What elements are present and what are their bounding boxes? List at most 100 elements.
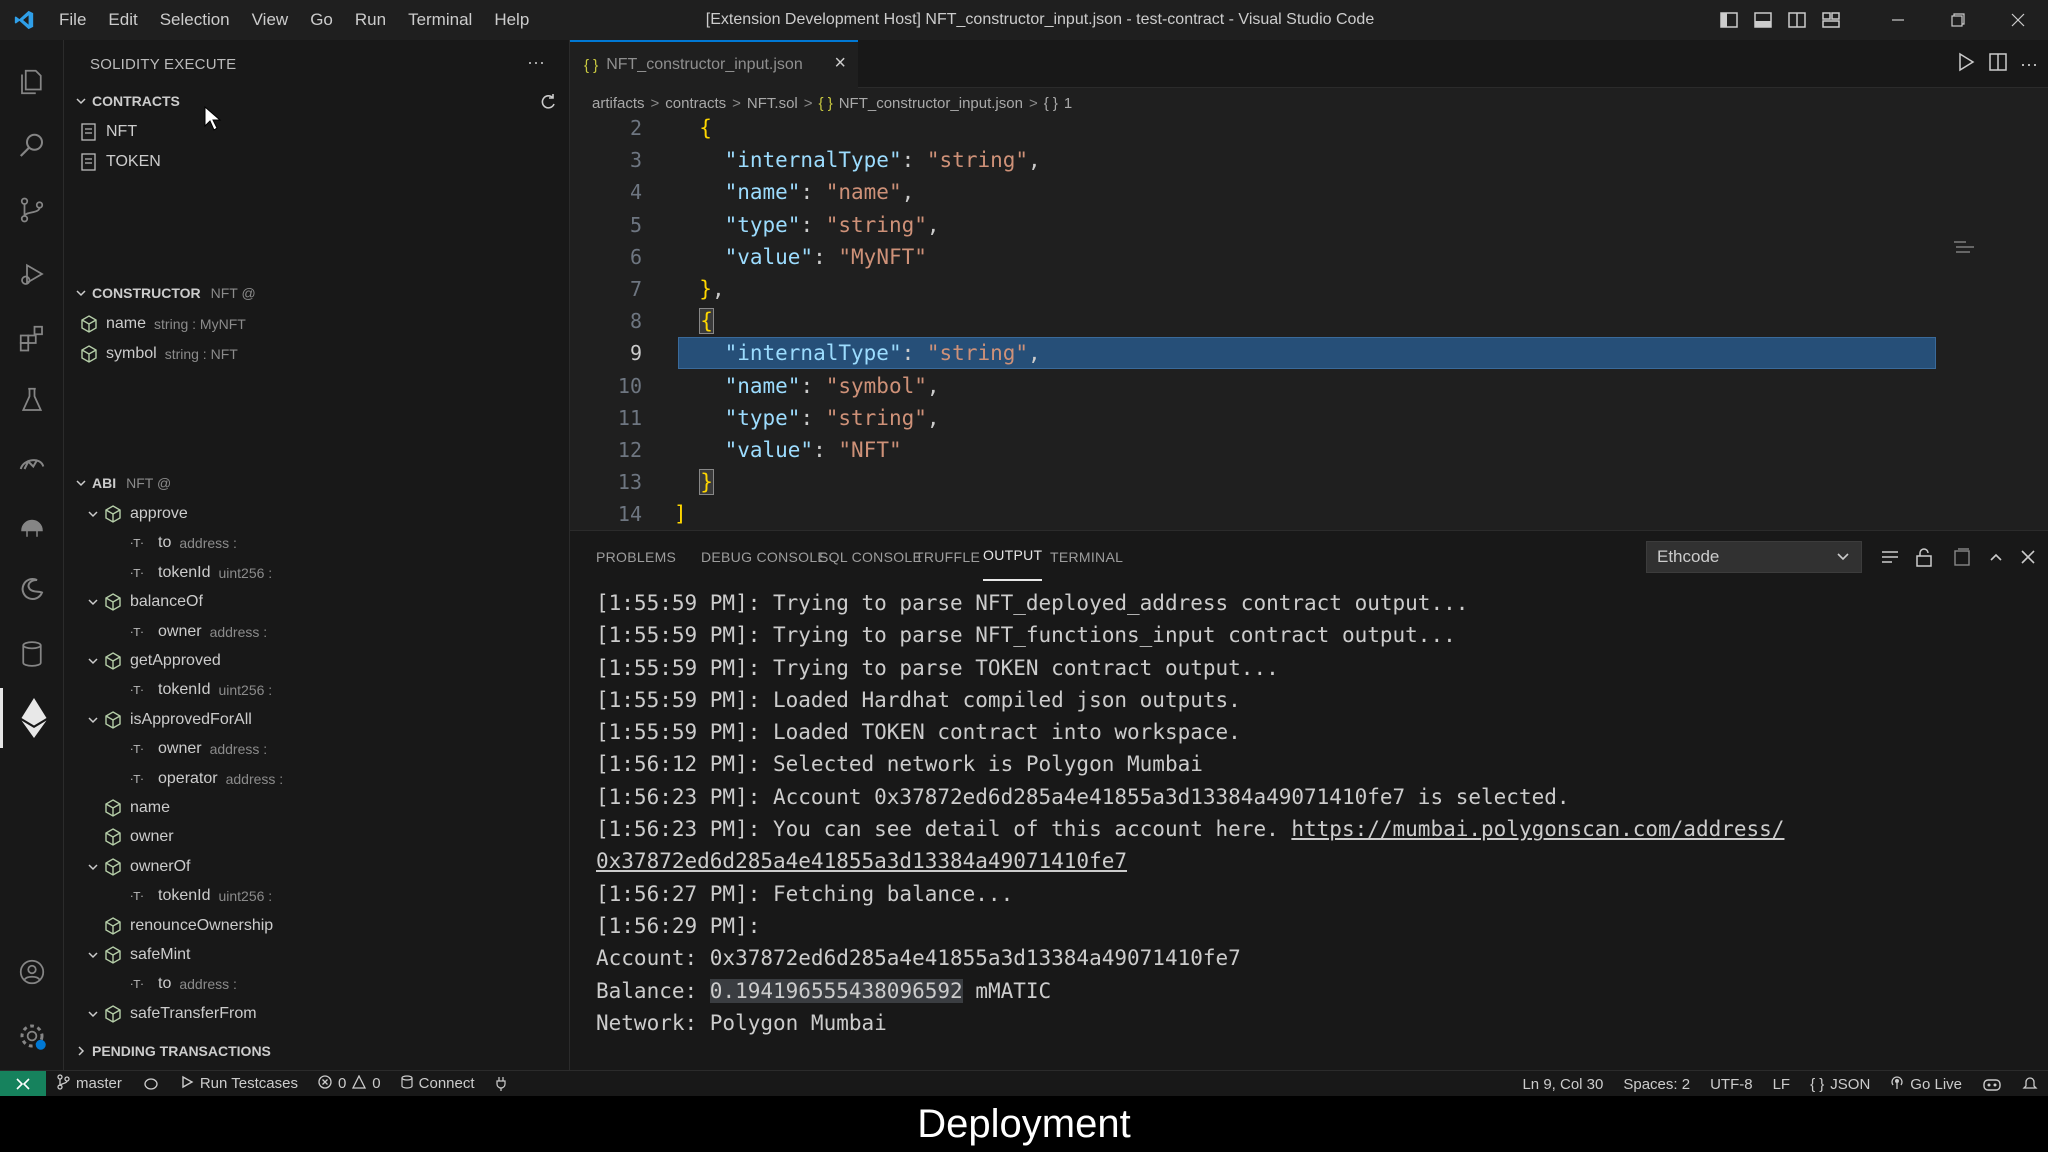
close-window-icon[interactable] <box>1988 0 2048 40</box>
go-live-button[interactable]: Go Live <box>1880 1075 1972 1093</box>
maximize-panel-icon[interactable] <box>1982 543 2010 571</box>
toggle-panel-icon[interactable] <box>1746 0 1780 40</box>
sync-icon[interactable] <box>132 1077 170 1091</box>
restore-icon[interactable] <box>1928 0 1988 40</box>
menu-file[interactable]: File <box>48 0 97 40</box>
run-testcases-button[interactable]: Run Testcases <box>170 1075 308 1093</box>
output-link[interactable]: https://mumbai.polygonscan.com/address/ <box>1291 817 1784 841</box>
tab-truffle[interactable]: TRUFFLE <box>915 531 980 583</box>
language-mode[interactable]: { } JSON <box>1800 1076 1880 1093</box>
breadcrumb-item[interactable]: NFT_constructor_input.json <box>839 95 1023 112</box>
split-editor-icon[interactable] <box>1988 52 2008 77</box>
abi-function-ownerOf[interactable]: ownerOf <box>82 853 190 881</box>
tab-terminal[interactable]: TERMINAL <box>1050 531 1123 583</box>
extensions-icon[interactable] <box>0 308 64 368</box>
database-icon[interactable] <box>0 624 64 684</box>
ethereum-icon[interactable] <box>0 688 64 748</box>
search-icon[interactable] <box>0 116 64 176</box>
abi-param-operator[interactable]: ·T· operator address : <box>116 765 283 793</box>
manage-gear-icon[interactable] <box>0 1006 64 1066</box>
menu-terminal[interactable]: Terminal <box>397 0 483 40</box>
abi-param-tokenId[interactable]: ·T· tokenId uint256 : <box>116 559 272 587</box>
close-tab-icon[interactable]: × <box>834 52 846 75</box>
abi-param-to[interactable]: ·T· to address : <box>116 529 237 557</box>
breadcrumb-item[interactable]: NFT.sol <box>747 95 798 112</box>
remote-indicator-icon[interactable] <box>0 1070 46 1097</box>
abi-function-name[interactable]: name <box>82 794 170 822</box>
toggle-secondary-sidebar-icon[interactable] <box>1780 0 1814 40</box>
abi-function-approve[interactable]: approve <box>82 500 188 528</box>
menu-go[interactable]: Go <box>299 0 344 40</box>
menu-help[interactable]: Help <box>483 0 540 40</box>
abi-function-safeMint[interactable]: safeMint <box>82 941 190 969</box>
abi-section-header[interactable]: ABI NFT @ <box>70 470 171 496</box>
more-actions-icon[interactable]: ··· <box>527 52 545 73</box>
tab-sql-console[interactable]: SQL CONSOLE <box>819 531 922 583</box>
lock-scroll-icon[interactable] <box>1910 543 1938 571</box>
tab-debug-console[interactable]: DEBUG CONSOLE <box>701 531 827 583</box>
abi-function-owner[interactable]: owner <box>82 823 174 851</box>
constructor-section-header[interactable]: CONSTRUCTOR NFT @ <box>70 280 256 306</box>
cursor-position[interactable]: Ln 9, Col 30 <box>1512 1076 1613 1093</box>
abi-param-to[interactable]: ·T· to address : <box>116 970 237 998</box>
remote-explorer-icon[interactable] <box>0 434 64 494</box>
more-editor-actions-icon[interactable]: ··· <box>2020 54 2038 75</box>
toggle-primary-sidebar-icon[interactable] <box>1712 0 1746 40</box>
abi-param-owner[interactable]: ·T· owner address : <box>116 735 267 763</box>
abi-label: tokenId <box>158 887 211 905</box>
abi-param-owner[interactable]: ·T· owner address : <box>116 618 267 646</box>
end-of-line[interactable]: LF <box>1763 1076 1801 1093</box>
copilot-icon[interactable] <box>1972 1076 2012 1092</box>
abi-function-isApprovedForAll[interactable]: isApprovedForAll <box>82 706 252 734</box>
breadcrumb-item[interactable]: artifacts <box>592 95 645 112</box>
plug-icon[interactable] <box>485 1076 517 1092</box>
abi-function-renounceOwnership[interactable]: renounceOwnership <box>82 912 273 940</box>
pending-transactions-section-header[interactable]: PENDING TRANSACTIONS <box>70 1038 271 1064</box>
contract-item-token[interactable]: TOKEN <box>80 148 161 176</box>
connect-button[interactable]: Connect <box>391 1074 485 1093</box>
abi-function-getApproved[interactable]: getApproved <box>82 647 221 675</box>
menu-view[interactable]: View <box>241 0 300 40</box>
abi-function-balanceOf[interactable]: balanceOf <box>82 588 203 616</box>
edge-devtools-icon[interactable] <box>0 560 64 620</box>
run-debug-icon[interactable] <box>0 244 64 304</box>
breadcrumb-item[interactable]: 1 <box>1064 95 1072 112</box>
output-channel-select[interactable]: Ethcode <box>1646 541 1862 573</box>
constructor-param-name[interactable]: name string : MyNFT <box>80 310 246 338</box>
tab-nft-constructor-input[interactable]: { } NFT_constructor_input.json × <box>570 40 858 88</box>
output-link[interactable]: 0x37872ed6d285a4e41855a3d13384a49071410f… <box>596 849 1127 873</box>
clear-output-icon[interactable] <box>1876 543 1904 571</box>
close-panel-icon[interactable] <box>2014 543 2042 571</box>
testing-icon[interactable] <box>0 370 64 430</box>
cloud-icon[interactable] <box>0 498 64 558</box>
contract-item-nft[interactable]: NFT <box>80 118 137 146</box>
abi-param-tokenId[interactable]: ·T· tokenId uint256 : <box>116 882 272 910</box>
minimize-icon[interactable] <box>1868 0 1928 40</box>
menu-selection[interactable]: Selection <box>149 0 241 40</box>
contracts-section-header[interactable]: CONTRACTS <box>70 88 180 114</box>
refresh-icon[interactable] <box>538 92 558 117</box>
accounts-icon[interactable] <box>0 942 64 1002</box>
notifications-icon[interactable] <box>2012 1076 2048 1092</box>
source-control-icon[interactable] <box>0 180 64 240</box>
open-output-in-editor-icon[interactable] <box>1948 543 1976 571</box>
run-icon[interactable] <box>1956 52 1976 77</box>
code-editor[interactable]: 2 {3 "internalType": "string", 4 "name": … <box>570 118 2048 530</box>
indentation[interactable]: Spaces: 2 <box>1613 1076 1700 1093</box>
output-log[interactable]: [1:55:59 PM]: Trying to parse NFT_deploy… <box>596 587 2036 1039</box>
branch-indicator[interactable]: master <box>46 1073 132 1094</box>
tab-output[interactable]: OUTPUT <box>983 531 1043 581</box>
abi-label: renounceOwnership <box>130 916 274 934</box>
encoding[interactable]: UTF-8 <box>1700 1076 1763 1093</box>
explorer-icon[interactable] <box>0 52 64 112</box>
abi-function-safeTransferFrom[interactable]: safeTransferFrom <box>82 1000 257 1028</box>
customize-layout-icon[interactable] <box>1814 0 1848 40</box>
breadcrumb-item[interactable]: contracts <box>665 95 726 112</box>
problems-indicator[interactable]: 0 0 <box>308 1074 391 1093</box>
menu-edit[interactable]: Edit <box>97 0 148 40</box>
tab-problems[interactable]: PROBLEMS <box>596 531 676 583</box>
menu-run[interactable]: Run <box>344 0 397 40</box>
vscode-logo-icon[interactable] <box>0 0 48 40</box>
abi-param-tokenId[interactable]: ·T· tokenId uint256 : <box>116 676 272 704</box>
constructor-param-symbol[interactable]: symbol string : NFT <box>80 340 238 368</box>
